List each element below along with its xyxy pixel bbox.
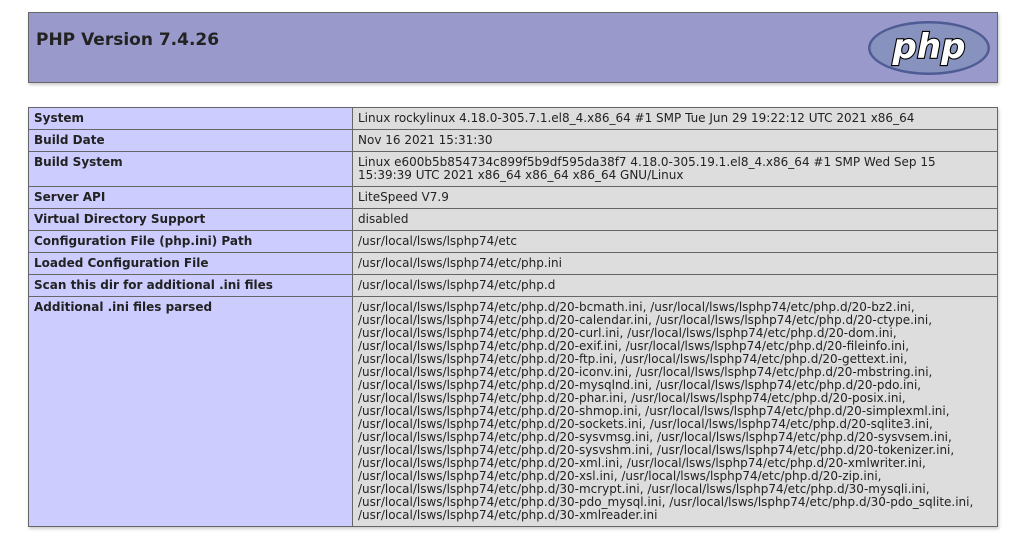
row-value: disabled — [352, 208, 998, 231]
row-value: /usr/local/lsws/lsphp74/etc/php.ini — [352, 252, 998, 275]
table-row: Scan this dir for additional .ini files … — [28, 274, 998, 297]
info-table: System Linux rockylinux 4.18.0-305.7.1.e… — [28, 107, 998, 527]
row-value: LiteSpeed V7.9 — [352, 186, 998, 209]
table-row: Additional .ini files parsed /usr/local/… — [28, 296, 998, 527]
php-logo-icon: php — [868, 21, 990, 75]
table-row: Build System Linux e600b5b854734c899f5b9… — [28, 151, 998, 187]
table-row: Virtual Directory Support disabled — [28, 208, 998, 231]
row-label: System — [28, 107, 353, 130]
phpinfo-page: PHP Version 7.4.26 php System Linux rock… — [0, 0, 1024, 549]
row-label: Virtual Directory Support — [28, 208, 353, 231]
row-value: /usr/local/lsws/lsphp74/etc/php.d — [352, 274, 998, 297]
row-label: Scan this dir for additional .ini files — [28, 274, 353, 297]
row-value: Nov 16 2021 15:31:30 — [352, 129, 998, 152]
table-row: Loaded Configuration File /usr/local/lsw… — [28, 252, 998, 275]
row-label: Configuration File (php.ini) Path — [28, 230, 353, 253]
table-row: System Linux rockylinux 4.18.0-305.7.1.e… — [28, 107, 998, 130]
table-row: Configuration File (php.ini) Path /usr/l… — [28, 230, 998, 253]
php-logo-text: php — [892, 27, 966, 67]
table-row: Build Date Nov 16 2021 15:31:30 — [28, 129, 998, 152]
row-value: /usr/local/lsws/lsphp74/etc — [352, 230, 998, 253]
table-row: Server API LiteSpeed V7.9 — [28, 186, 998, 209]
row-value: /usr/local/lsws/lsphp74/etc/php.d/20-bcm… — [352, 296, 998, 527]
row-value: Linux rockylinux 4.18.0-305.7.1.el8_4.x8… — [352, 107, 998, 130]
row-label: Build System — [28, 151, 353, 187]
phpinfo-header: PHP Version 7.4.26 php — [28, 12, 998, 83]
row-value: Linux e600b5b854734c899f5b9df595da38f7 4… — [352, 151, 998, 187]
row-label: Server API — [28, 186, 353, 209]
row-label: Loaded Configuration File — [28, 252, 353, 275]
row-label: Build Date — [28, 129, 353, 152]
row-label: Additional .ini files parsed — [28, 296, 353, 527]
page-title: PHP Version 7.4.26 — [36, 30, 220, 50]
